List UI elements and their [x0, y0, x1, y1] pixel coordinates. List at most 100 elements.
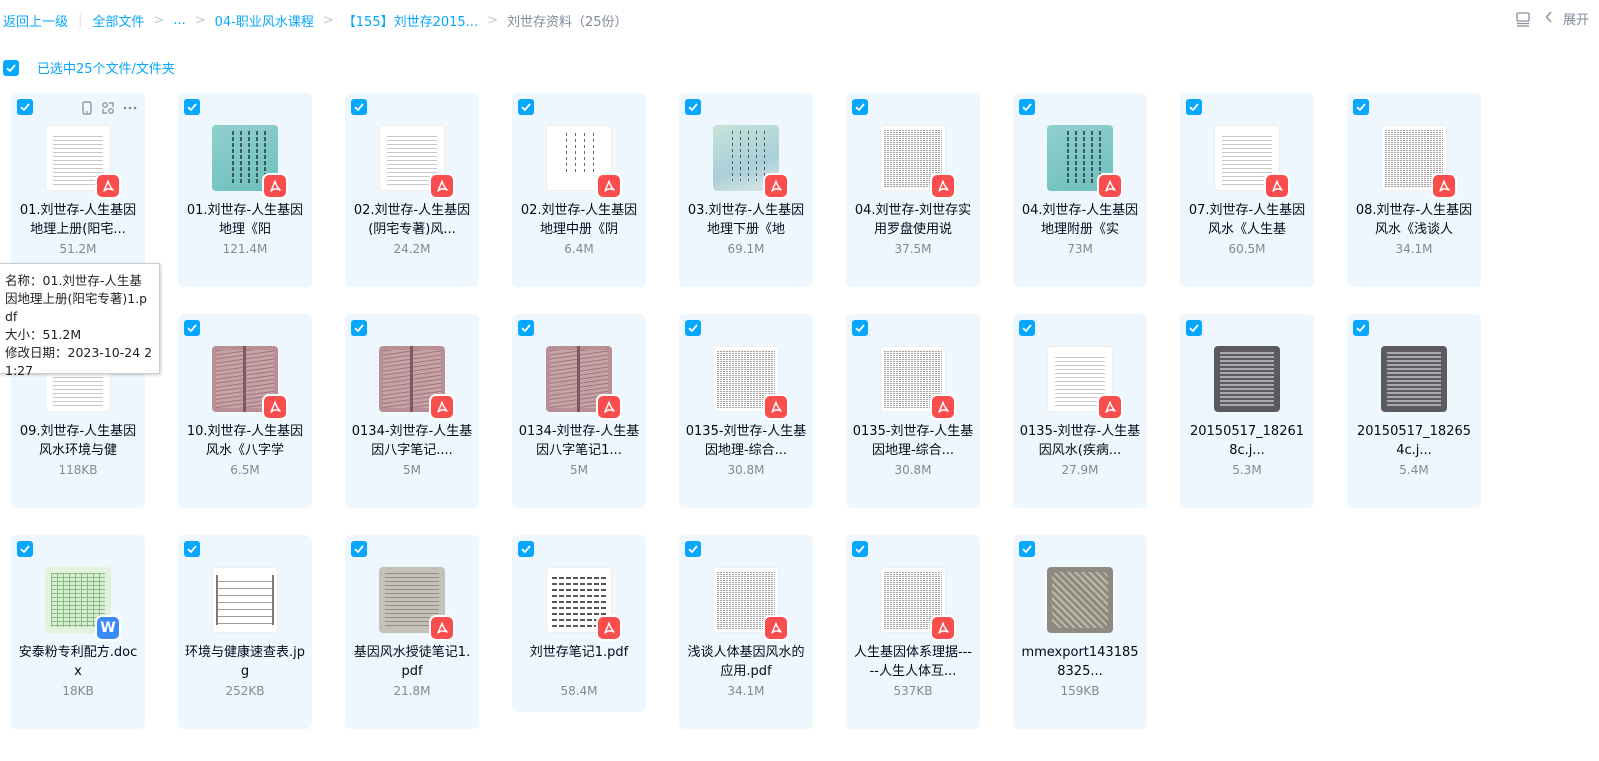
pdf-icon [765, 175, 787, 197]
file-size: 6.4M [564, 242, 594, 256]
file-size: 73M [1067, 242, 1093, 256]
file-card[interactable]: 0135-刘世存-人生基因风水(疾病... 27.9M [1013, 314, 1147, 508]
thumbnail-image [1214, 346, 1280, 412]
phone-icon[interactable] [81, 100, 93, 119]
file-size: 37.5M [894, 242, 932, 256]
expand-button[interactable]: 展开 [1545, 9, 1589, 28]
pdf-icon [932, 617, 954, 639]
file-name: 0135-刘世存-人生基因地理-综合... [852, 424, 974, 458]
breadcrumb-item-folder[interactable]: 【155】刘世存2015... [343, 11, 478, 30]
file-card[interactable]: 01.刘世存-人生基因地理上册(阳宅... 51.2M [11, 93, 145, 287]
file-name: 09.刘世存-人生基因风水环境与健 [19, 424, 137, 458]
file-card[interactable]: 02.刘世存-人生基因地理中册《阴 6.4M [512, 93, 646, 287]
file-thumbnail [546, 567, 620, 639]
file-checkbox[interactable] [184, 99, 200, 115]
file-size: 121.4M [222, 242, 268, 256]
file-thumbnail: W [45, 567, 119, 639]
file-checkbox[interactable] [17, 99, 33, 115]
file-checkbox[interactable] [1186, 99, 1202, 115]
file-checkbox[interactable] [1186, 320, 1202, 336]
file-card[interactable]: 20150517_182654c.j... 5.4M [1347, 314, 1481, 508]
file-size: 18KB [62, 684, 94, 698]
file-thumbnail [713, 125, 787, 197]
breadcrumb-separator: > [153, 12, 165, 28]
file-tooltip: 名称：01.刘世存-人生基因地理上册(阳宅专著)1.pdf 大小：51.2M 修… [0, 263, 160, 378]
file-checkbox[interactable] [685, 541, 701, 557]
file-thumbnail [546, 125, 620, 197]
file-card[interactable]: 04.刘世存-人生基因地理附册《实 73M [1013, 93, 1147, 287]
file-size: 58.4M [560, 684, 598, 698]
breadcrumb-item-ellipsis[interactable]: ... [173, 13, 185, 28]
pdf-icon [1099, 396, 1121, 418]
file-checkbox[interactable] [351, 541, 367, 557]
tooltip-name: 名称：01.刘世存-人生基因地理上册(阳宅专著)1.pdf [5, 273, 148, 324]
file-thumbnail [1381, 125, 1455, 197]
file-thumbnail [1214, 125, 1288, 197]
file-card[interactable]: 08.刘世存-人生基因风水《浅谈人 34.1M [1347, 93, 1481, 287]
file-card[interactable]: 0135-刘世存-人生基因地理-综合... 30.8M [846, 314, 980, 508]
file-checkbox[interactable] [685, 99, 701, 115]
file-checkbox[interactable] [1019, 541, 1035, 557]
pdf-icon [932, 175, 954, 197]
file-card[interactable]: 10.刘世存-人生基因风水《八字学 6.5M [178, 314, 312, 508]
view-controls: 展开 [1515, 9, 1589, 28]
file-card[interactable]: 0134-刘世存-人生基因八字笔记.... 5M [345, 314, 479, 508]
file-card[interactable]: 基因风水授徒笔记1.pdf 21.8M [345, 535, 479, 729]
file-size: 6.5M [230, 463, 260, 477]
file-checkbox[interactable] [351, 99, 367, 115]
file-card[interactable]: 03.刘世存-人生基因地理下册《地 69.1M [679, 93, 813, 287]
file-card[interactable]: 20150517_182618c.j... 5.3M [1180, 314, 1314, 508]
file-card[interactable]: 0135-刘世存-人生基因地理-综合... 30.8M [679, 314, 813, 508]
file-name: 20150517_182618c.j... [1189, 424, 1305, 458]
file-checkbox[interactable] [852, 541, 868, 557]
file-name: 08.刘世存-人生基因风水《浅谈人 [1355, 203, 1473, 237]
file-card[interactable]: 07.刘世存-人生基因风水《人生基 60.5M [1180, 93, 1314, 287]
file-checkbox[interactable] [518, 320, 534, 336]
pdf-icon [932, 396, 954, 418]
select-all-checkbox[interactable] [3, 59, 19, 76]
file-checkbox[interactable] [184, 541, 200, 557]
breadcrumb-item-course[interactable]: 04-职业风水课程 [215, 11, 314, 30]
file-name: 刘世存笔记1.pdf [529, 645, 629, 660]
file-name: 0134-刘世存-人生基因八字笔记.... [351, 424, 473, 458]
file-card[interactable]: 01.刘世存-人生基因地理《阳 121.4M [178, 93, 312, 287]
file-card[interactable]: 0134-刘世存-人生基因八字笔记1... 5M [512, 314, 646, 508]
file-checkbox[interactable] [685, 320, 701, 336]
file-checkbox[interactable] [17, 541, 33, 557]
file-size: 24.2M [393, 242, 431, 256]
file-card[interactable]: 人生基因体系理据-----人生人体互... 537KB [846, 535, 980, 729]
file-name: 0135-刘世存-人生基因风水(疾病... [1019, 424, 1141, 458]
pdf-icon [598, 175, 620, 197]
file-checkbox[interactable] [351, 320, 367, 336]
file-card[interactable]: 02.刘世存-人生基因(阴宅专著)风... 24.2M [345, 93, 479, 287]
file-checkbox[interactable] [1019, 99, 1035, 115]
back-link[interactable]: 返回上一级 [3, 11, 68, 30]
more-icon[interactable] [123, 100, 137, 119]
breadcrumb-item-all-files[interactable]: 全部文件 [92, 11, 144, 30]
file-checkbox[interactable] [1353, 320, 1369, 336]
file-checkbox[interactable] [852, 320, 868, 336]
select-all[interactable]: 已选中25个文件/文件夹 [3, 58, 175, 77]
list-view-icon[interactable] [1515, 11, 1531, 27]
file-checkbox[interactable] [1353, 99, 1369, 115]
file-card[interactable]: W 安泰粉专利配方.docx 18KB [11, 535, 145, 729]
pdf-icon [765, 396, 787, 418]
file-card[interactable]: 环境与健康速查表.jpg 252KB [178, 535, 312, 729]
pdf-icon [264, 396, 286, 418]
file-checkbox[interactable] [184, 320, 200, 336]
file-name: 浅谈人体基因风水的应用.pdf [687, 645, 805, 679]
selection-count-label: 已选中25个文件/文件夹 [37, 62, 175, 77]
share-icon[interactable] [101, 100, 115, 119]
file-checkbox[interactable] [852, 99, 868, 115]
file-thumbnail [212, 346, 286, 418]
file-card[interactable]: 浅谈人体基因风水的应用.pdf 34.1M [679, 535, 813, 729]
file-checkbox[interactable] [518, 541, 534, 557]
file-card[interactable]: 04.刘世存-刘世存实用罗盘使用说 37.5M [846, 93, 980, 287]
pdf-icon [1099, 175, 1121, 197]
pdf-icon [264, 175, 286, 197]
file-checkbox[interactable] [1019, 320, 1035, 336]
file-size: 69.1M [727, 242, 765, 256]
file-checkbox[interactable] [518, 99, 534, 115]
file-card[interactable]: mmexport1431858325... 159KB [1013, 535, 1147, 729]
file-card[interactable]: 刘世存笔记1.pdf 58.4M [512, 535, 646, 712]
